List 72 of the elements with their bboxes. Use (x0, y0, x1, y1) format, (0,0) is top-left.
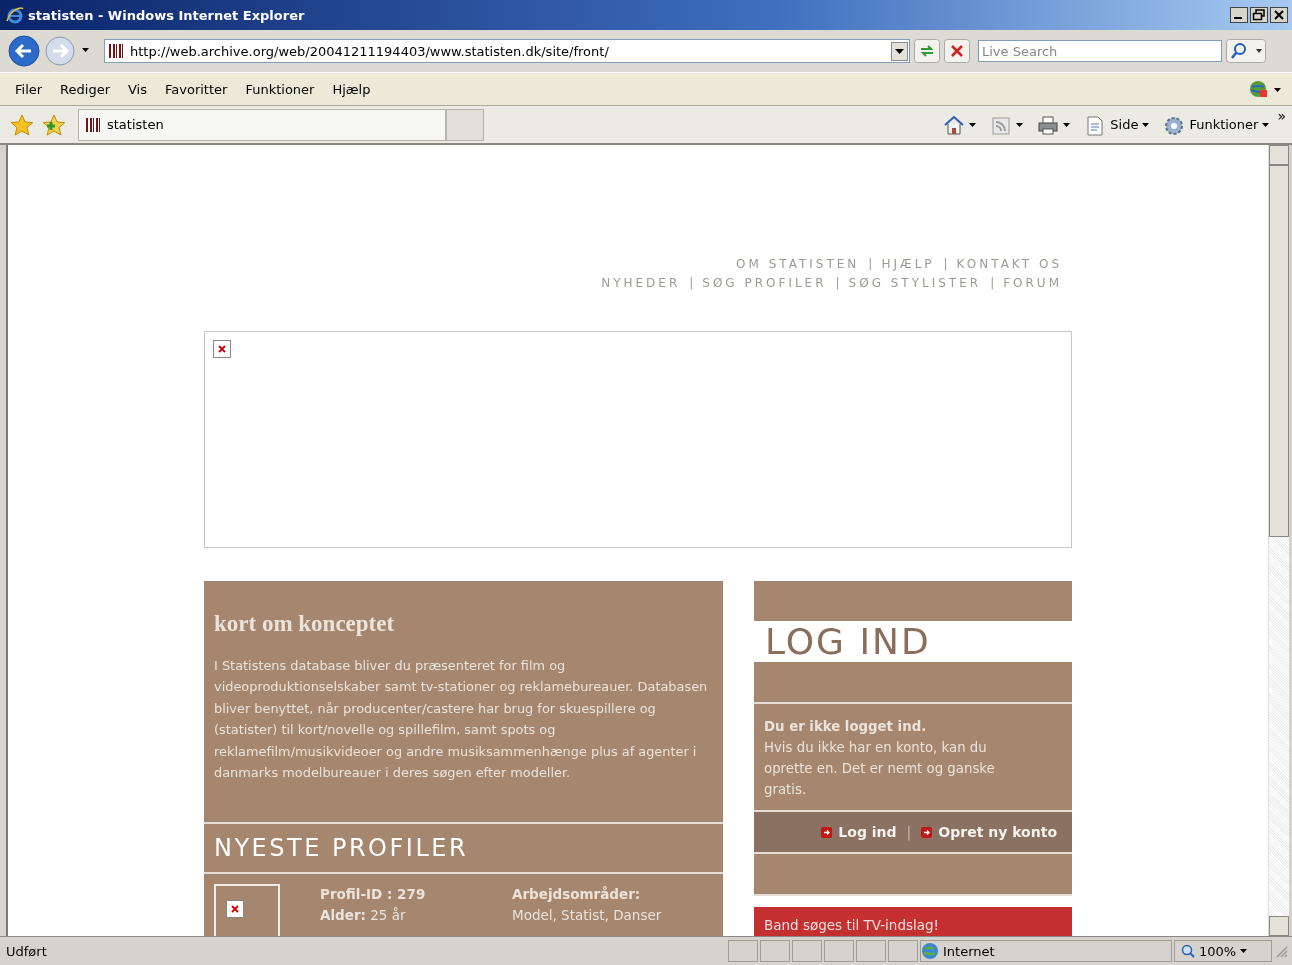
vertical-scrollbar[interactable] (1268, 145, 1289, 936)
star-icon[interactable] (10, 113, 34, 136)
close-button[interactable] (1270, 7, 1288, 23)
caret-icon[interactable] (1063, 122, 1071, 127)
separator: | (906, 824, 912, 840)
back-button[interactable] (8, 35, 40, 67)
concept-text: I Statistens database bliver du præsenteret for film og videoproduktionselskaber samt tv-stationer og reklamebureauer. Databasen bliver benyttet, når producenter/castere har brug for skuespillere og (statister) til kort/novelle og spillefilm, samt spots og reklamefilm/musikvideoer og andre musiksammenhænge plus af agenter i danmarks modelbureauer i deres søgen efter modeller. (214, 657, 709, 783)
search-button[interactable] (1226, 39, 1266, 63)
separator: | (943, 257, 948, 271)
barcode-icon (108, 43, 124, 59)
zone-indicator: Internet (920, 940, 1172, 962)
ie-logo-icon (6, 6, 24, 24)
overflow-chevron-icon[interactable]: » (1277, 108, 1286, 124)
menu-item[interactable]: Funktioner (236, 81, 324, 97)
status-pane (888, 940, 918, 962)
status-pane (792, 940, 822, 962)
add-star-icon[interactable] (42, 113, 66, 136)
caret-icon[interactable] (969, 122, 977, 127)
command-button[interactable]: Side (1084, 113, 1150, 136)
refresh-button[interactable] (914, 39, 940, 63)
separator: | (835, 276, 840, 290)
home-icon[interactable] (943, 113, 966, 136)
section-heading: NYESTE PROFILER (214, 834, 469, 862)
notice-title: Du er ikke logget ind. (764, 718, 928, 736)
arrow-icon (921, 826, 933, 838)
window-title: statisten - Windows Internet Explorer (28, 7, 306, 23)
menu-item[interactable]: Favoritter (156, 81, 237, 97)
minimize-button[interactable] (1230, 7, 1248, 23)
history-dropdown-icon[interactable] (82, 48, 92, 54)
status-text: Udført (6, 943, 48, 959)
dropdown-button[interactable] (891, 41, 908, 61)
field-label: Arbejdsområder: (512, 885, 642, 904)
zoom-icon (1181, 944, 1195, 958)
restore-button[interactable] (1250, 7, 1268, 23)
login-link[interactable]: Opret ny konto (921, 824, 1057, 840)
resize-grip-icon (1274, 944, 1288, 958)
status-pane (760, 940, 790, 962)
separator: | (868, 257, 873, 271)
announcement-link[interactable]: Band søges til TV-indslag! (764, 917, 939, 933)
login-link[interactable]: Log ind (821, 824, 897, 840)
profile-age: Alder: 25 år (320, 906, 407, 925)
section-heading: kort om konceptet (214, 611, 396, 637)
browser-tab[interactable]: statisten (78, 108, 446, 141)
menu-item[interactable]: Hjælp (323, 81, 380, 97)
menu-item[interactable]: Vis (119, 81, 156, 97)
field-value: Model, Statist, Danser (512, 906, 663, 925)
address-field[interactable]: http://web.archive.org/web/20041211194403/www.statisten.dk/site/front/ (104, 39, 910, 63)
search-field[interactable]: Live Search (978, 40, 1222, 62)
broken-image-icon (226, 900, 244, 918)
barcode-icon (85, 116, 101, 133)
caret-icon (1240, 949, 1248, 953)
printer-icon[interactable] (1037, 113, 1060, 136)
broken-image-icon (213, 340, 231, 358)
arrow-icon (821, 826, 833, 838)
menu-item[interactable]: Filer (6, 81, 52, 97)
login-heading: LOG IND (764, 621, 932, 662)
profile-id: Profil-ID : 279 (320, 885, 427, 904)
menu-item[interactable]: Rediger (51, 81, 119, 97)
status-pane (824, 940, 854, 962)
globe-icon (921, 942, 939, 960)
stop-button[interactable] (944, 39, 970, 63)
separator: | (990, 276, 995, 290)
status-pane (728, 940, 758, 962)
separator: | (689, 276, 694, 290)
caret-icon[interactable] (1016, 122, 1024, 127)
notice-text: Hvis du ikke har en konto, kan du oprette en. Det er nemt og ganske gratis. (764, 739, 996, 799)
caret-icon (1142, 122, 1150, 127)
command-button[interactable]: Funktioner (1163, 113, 1270, 136)
globe-icon[interactable] (1248, 79, 1282, 99)
caret-icon (1262, 122, 1270, 127)
status-pane (856, 940, 886, 962)
zoom-button[interactable]: 100% (1174, 940, 1272, 962)
